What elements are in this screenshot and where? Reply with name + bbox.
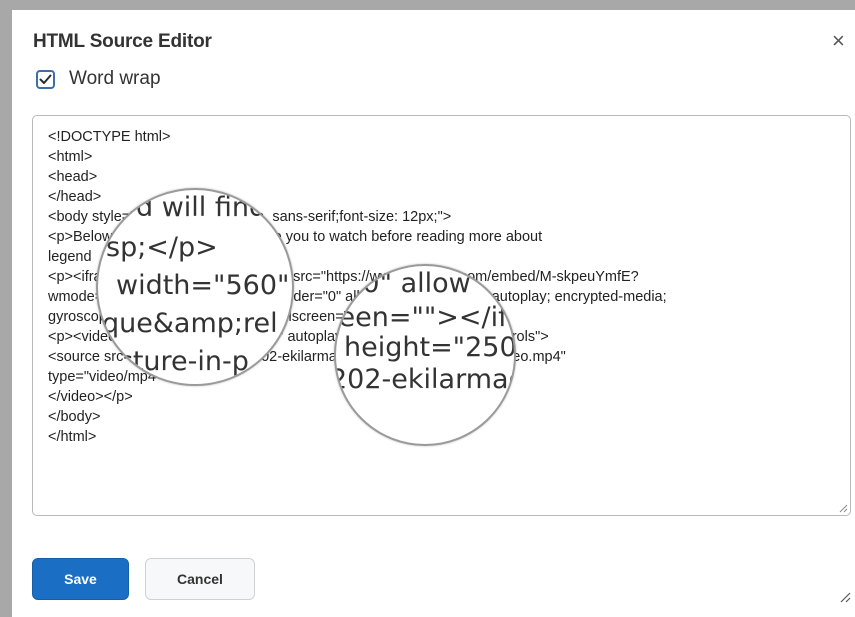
magnified-text-line: "0" allow bbox=[350, 268, 471, 299]
checkmark-icon bbox=[39, 74, 52, 84]
word-wrap-checkbox[interactable] bbox=[36, 69, 55, 89]
close-icon[interactable]: × bbox=[832, 30, 845, 52]
dialog-resize-icon[interactable] bbox=[838, 590, 852, 604]
cancel-button[interactable]: Cancel bbox=[145, 558, 255, 600]
window-frame-top bbox=[0, 0, 855, 10]
magnified-text-line: cture-in-p bbox=[118, 346, 249, 377]
window-frame-left bbox=[0, 0, 12, 617]
magnified-text-line: reen=""></if bbox=[334, 302, 508, 333]
magnifier-lens-left: d will find sp;</p> width="560" que&amp;rel… bbox=[96, 188, 294, 386]
magnified-text-line: 202-ekilarmag bbox=[334, 364, 516, 395]
magnified-text-line: width="560" bbox=[116, 270, 290, 301]
code-line: <!DOCTYPE html> bbox=[48, 129, 171, 145]
html-source-editor-dialog: HTML Source Editor × Word wrap <!DOCTYPE… bbox=[12, 10, 855, 617]
magnified-text-line: que&amp;rel bbox=[102, 308, 278, 339]
magnified-text-line: height="250" bbox=[344, 332, 516, 363]
save-button[interactable]: Save bbox=[32, 558, 129, 600]
word-wrap-label: Word wrap bbox=[69, 68, 161, 89]
word-wrap-row[interactable]: Word wrap bbox=[36, 68, 161, 90]
code-line: <html> bbox=[48, 149, 93, 165]
magnified-text-line: sp;</p> bbox=[106, 232, 218, 263]
textarea-resize-icon[interactable] bbox=[838, 503, 848, 513]
magnifier-lens-right: "0" allow reen=""></if height="250" 202-eki… bbox=[334, 264, 516, 446]
magnified-text-line: d will find bbox=[136, 192, 267, 223]
code-line: <head> bbox=[48, 169, 98, 185]
dialog-title: HTML Source Editor bbox=[33, 31, 212, 52]
